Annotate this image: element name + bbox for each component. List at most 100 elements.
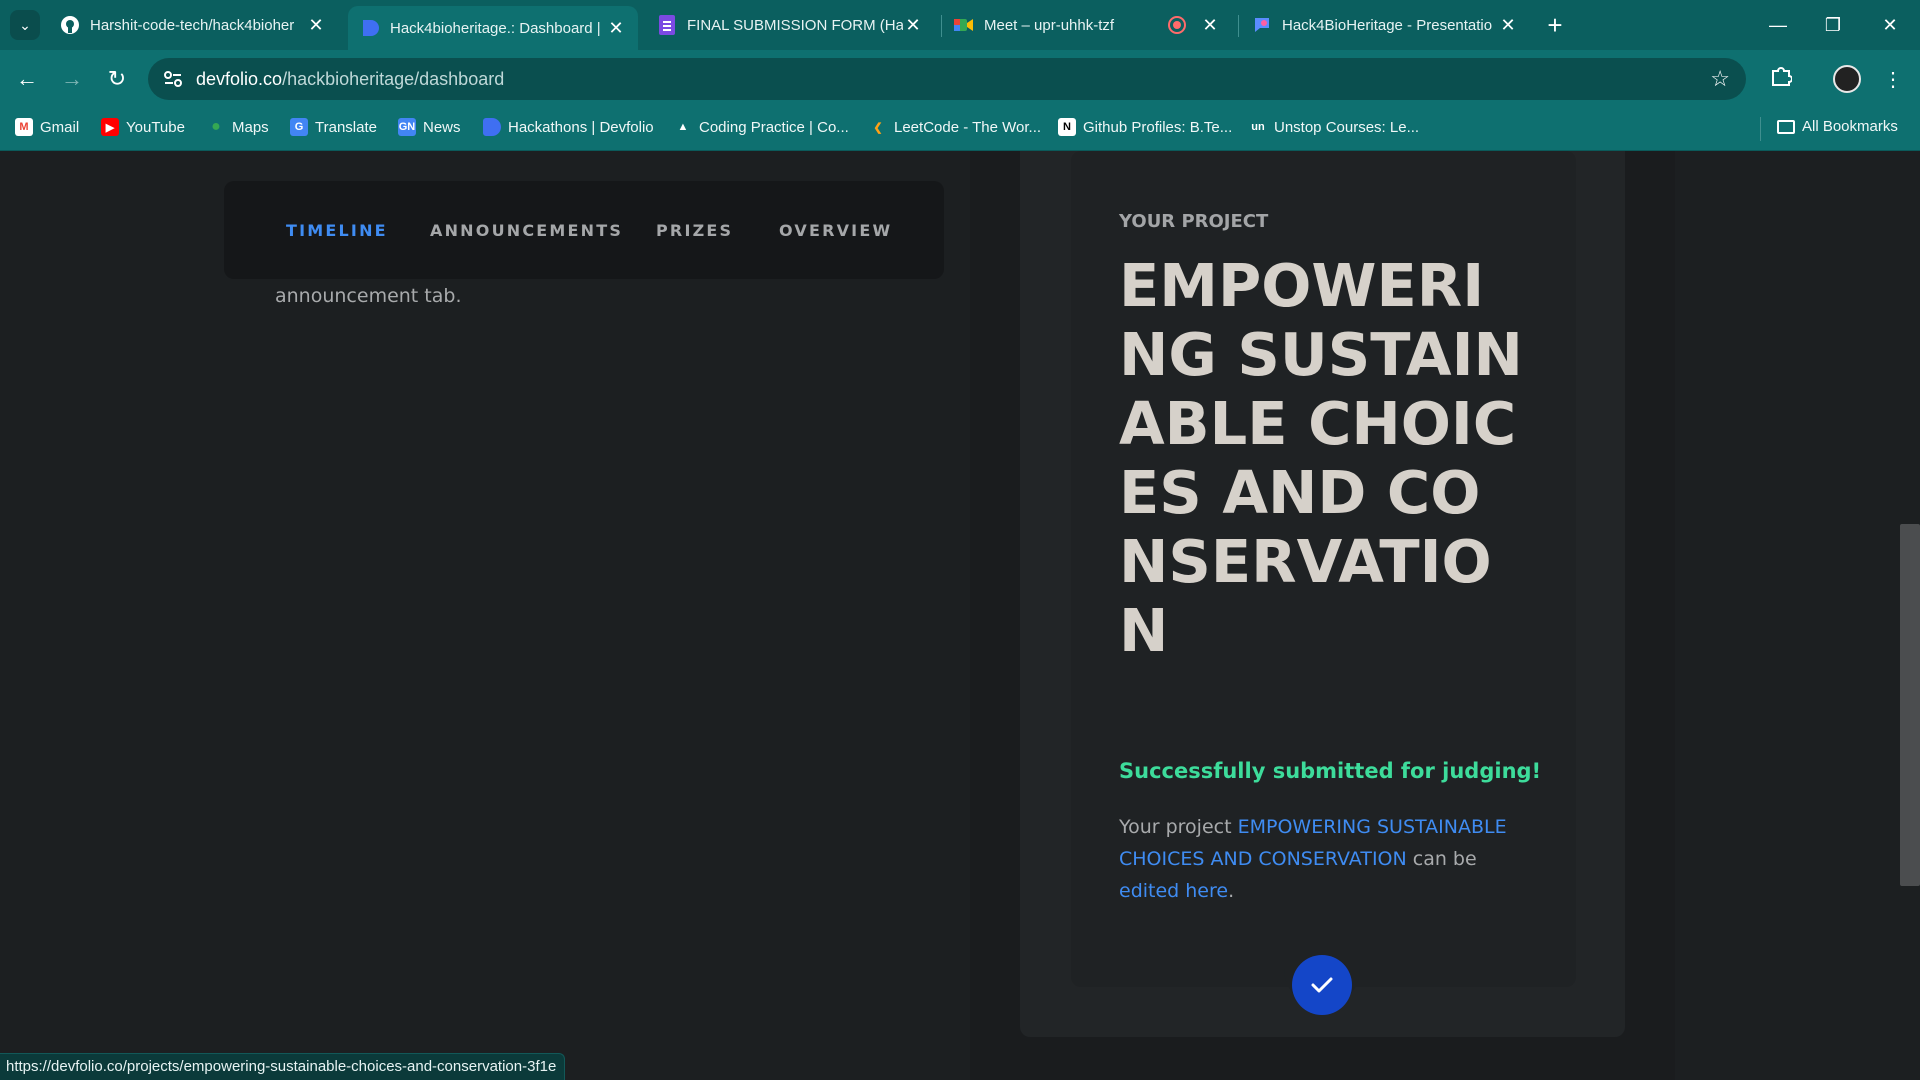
new-tab-button[interactable]: + <box>1540 10 1570 40</box>
bookmark-devfolio[interactable]: Hackathons | Devfolio <box>483 118 654 136</box>
tab-google-form[interactable]: FINAL SUBMISSION FORM (Hac ✕ <box>645 8 935 42</box>
tab-timeline[interactable]: TIMELINE <box>286 221 388 240</box>
tab-github[interactable]: Harshit-code-tech/hack4bioher ✕ <box>48 8 338 42</box>
unstop-icon: un <box>1251 121 1265 133</box>
bookmark-label: News <box>423 118 461 136</box>
tab-devfolio-dashboard[interactable]: Hack4bioheritage.: Dashboard | ✕ <box>348 6 638 50</box>
bookmark-leetcode[interactable]: ❮ LeetCode - The Wor... <box>869 118 1041 136</box>
checkmark-icon <box>1311 977 1333 993</box>
address-url: devfolio.co/hackbioheritage/dashboard <box>196 69 504 90</box>
reload-button[interactable]: ↻ <box>100 62 134 96</box>
bookmark-label: Coding Practice | Co... <box>699 118 849 136</box>
tab-title: Hack4BioHeritage - Presentatio <box>1282 16 1493 34</box>
tab-overview[interactable]: OVERVIEW <box>779 221 892 240</box>
github-icon <box>60 15 80 35</box>
project-title: EMPOWERING SUSTAINABLE CHOICES AND CONSE… <box>1119 251 1523 665</box>
dashboard-tabs: TIMELINE ANNOUNCEMENTS PRIZES OVERVIEW <box>224 181 944 279</box>
project-section-label: YOUR PROJECT <box>1119 211 1269 232</box>
close-icon: ✕ <box>1882 14 1898 35</box>
tab-announcements[interactable]: ANNOUNCEMENTS <box>430 221 623 240</box>
reload-icon: ↻ <box>107 66 127 91</box>
arrow-right-icon: → <box>61 66 83 91</box>
forward-button[interactable]: → <box>55 62 89 96</box>
bookmarks-divider <box>1760 117 1761 141</box>
tab-title: FINAL SUBMISSION FORM (Hac <box>687 16 903 34</box>
youtube-icon: ▶ <box>101 118 119 136</box>
presentation-icon <box>1252 15 1272 35</box>
edit-project-link[interactable]: edited here <box>1119 880 1228 902</box>
tab-title: Harshit-code-tech/hack4bioher <box>90 16 295 34</box>
google-meet-icon <box>954 15 974 35</box>
tab-search-button[interactable]: ⌄ <box>10 10 40 40</box>
desc-middle: can be <box>1406 848 1477 870</box>
recording-icon <box>1168 16 1186 34</box>
page-content: TIMELINE ANNOUNCEMENTS PRIZES OVERVIEW a… <box>0 151 1920 1080</box>
bookmark-label: Translate <box>315 118 377 136</box>
url-domain: devfolio.co <box>196 69 283 89</box>
bookmark-unstop[interactable]: un Unstop Courses: Le... <box>1249 118 1419 136</box>
bookmark-gmail[interactable]: M Gmail <box>15 118 79 136</box>
coding-practice-icon: ▲ <box>677 121 689 133</box>
status-bar-url: https://devfolio.co/projects/empowering-… <box>0 1053 566 1080</box>
translate-icon: G <box>290 118 308 136</box>
bookmark-github-profiles[interactable]: N Github Profiles: B.Te... <box>1058 118 1232 136</box>
scrollbar-thumb[interactable] <box>1900 524 1920 886</box>
bookmarks-bar: M Gmail ▶ YouTube ● Maps G Translate GN … <box>0 108 1920 151</box>
browser-toolbar: ← → ↻ devfolio.co/hackbioheritage/dashbo… <box>0 50 1920 108</box>
close-icon[interactable]: ✕ <box>1200 15 1220 36</box>
extensions-button[interactable] <box>1764 62 1798 96</box>
announcement-text: announcement tab. <box>275 285 462 307</box>
back-button[interactable]: ← <box>10 62 44 96</box>
bookmark-star-icon[interactable]: ☆ <box>1710 66 1730 92</box>
submission-success-message: Successfully submitted for judging! <box>1119 759 1542 783</box>
gmail-icon: M <box>15 118 33 136</box>
avatar[interactable] <box>1833 65 1861 93</box>
close-icon[interactable]: ✕ <box>606 18 626 39</box>
bookmark-label: YouTube <box>126 118 185 136</box>
tab-strip: ⌄ Harshit-code-tech/hack4bioher ✕ Hack4b… <box>0 0 1920 50</box>
menu-button[interactable]: ⋮ <box>1876 62 1910 96</box>
tab-separator <box>941 15 942 37</box>
devfolio-icon <box>360 18 380 38</box>
plus-icon: + <box>1547 9 1563 40</box>
chevron-down-icon: ⌄ <box>19 16 31 33</box>
close-icon[interactable]: ✕ <box>903 15 923 36</box>
desc-suffix: . <box>1228 880 1235 902</box>
puzzle-icon <box>1770 65 1793 93</box>
news-icon: GN <box>398 118 416 136</box>
google-forms-icon <box>657 15 677 35</box>
tab-prizes[interactable]: PRIZES <box>656 221 733 240</box>
restore-icon: ❐ <box>1824 14 1842 35</box>
bookmark-translate[interactable]: G Translate <box>290 118 377 136</box>
address-bar[interactable]: devfolio.co/hackbioheritage/dashboard ☆ <box>148 58 1746 100</box>
bookmark-coding-practice[interactable]: ▲ Coding Practice | Co... <box>674 118 849 136</box>
project-description: Your project EMPOWERING SUSTAINABLE CHOI… <box>1119 811 1524 907</box>
submitted-check-badge <box>1292 955 1352 1015</box>
bookmark-label: Maps <box>232 118 269 136</box>
bookmark-label: Hackathons | Devfolio <box>508 118 654 136</box>
tab-presentation[interactable]: Hack4BioHeritage - Presentatio ✕ <box>1240 8 1530 42</box>
bookmark-label: Unstop Courses: Le... <box>1274 118 1420 136</box>
folder-icon <box>1777 119 1795 134</box>
devfolio-icon <box>483 118 501 136</box>
close-icon[interactable]: ✕ <box>306 15 326 36</box>
tab-title: Meet – upr-uhhk-tzf <box>984 16 1115 34</box>
leetcode-icon: ❮ <box>873 121 883 134</box>
bookmark-news[interactable]: GN News <box>398 118 461 136</box>
more-vert-icon: ⋮ <box>1883 68 1903 91</box>
tab-google-meet[interactable]: Meet – upr-uhhk-tzf ✕ <box>942 8 1232 42</box>
bookmark-maps[interactable]: ● Maps <box>207 118 269 136</box>
bookmark-label: Gmail <box>40 118 80 136</box>
arrow-left-icon: ← <box>16 66 38 91</box>
minimize-button[interactable]: — <box>1758 8 1798 42</box>
all-bookmarks[interactable]: All Bookmarks <box>1777 118 1898 135</box>
restore-button[interactable]: ❐ <box>1813 8 1853 42</box>
url-path: /hackbioheritage/dashboard <box>282 69 505 89</box>
bookmark-youtube[interactable]: ▶ YouTube <box>101 118 185 136</box>
bookmark-label: Github Profiles: B.Te... <box>1083 118 1233 136</box>
maps-icon: ● <box>211 118 221 135</box>
close-window-button[interactable]: ✕ <box>1870 8 1910 42</box>
close-icon[interactable]: ✕ <box>1498 15 1518 36</box>
bookmark-label: LeetCode - The Wor... <box>894 118 1042 136</box>
site-settings-icon[interactable] <box>160 66 186 92</box>
